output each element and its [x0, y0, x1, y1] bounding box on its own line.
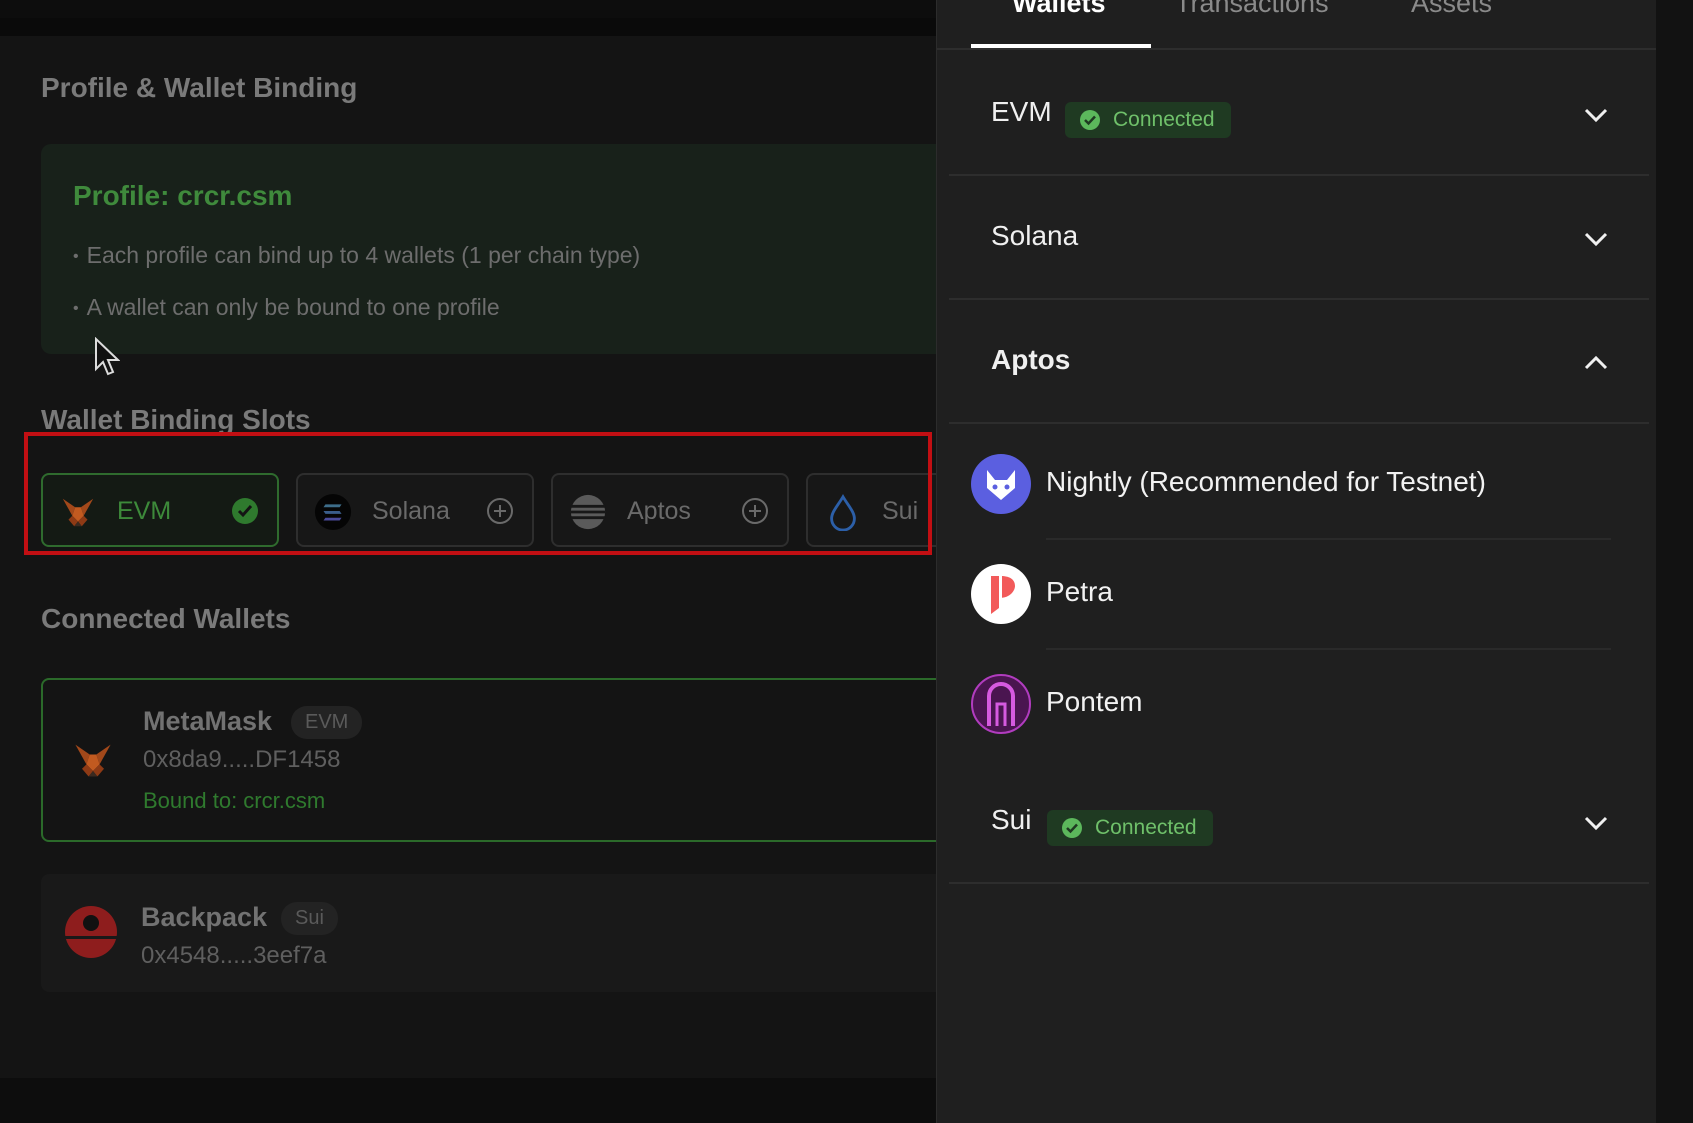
wallet-address: 0x8da9.....DF1458	[143, 746, 341, 773]
check-circle-icon	[1062, 818, 1082, 838]
profile-title: Profile: crcr.csm	[73, 180, 293, 211]
chain-row-solana[interactable]: Solana	[949, 174, 1649, 300]
petra-icon	[971, 564, 1031, 624]
chevron-down-icon[interactable]	[1583, 230, 1609, 248]
chain-name: Aptos	[991, 344, 1071, 375]
wallet-option-pontem[interactable]: Pontem	[971, 650, 1611, 760]
profile-rule: • A wallet can only be bound to one profi…	[73, 294, 500, 320]
chevron-down-icon[interactable]	[1583, 814, 1609, 832]
chain-row-aptos[interactable]: Aptos	[949, 298, 1649, 424]
tab-transactions[interactable]: Transactions	[1175, 0, 1329, 19]
wallet-address: 0x4548.....3eef7a	[141, 942, 327, 969]
profile-section-title: Profile & Wallet Binding	[41, 72, 358, 103]
wallet-card-backpack[interactable]: Backpack Sui 0x4548.....3eef7a	[41, 874, 936, 992]
bound-profile: Bound to: crcr.csm	[143, 788, 326, 813]
wallet-name: Backpack	[141, 902, 268, 932]
page-edge	[1656, 0, 1693, 1123]
connected-badge: Connected	[1065, 102, 1231, 138]
pontem-icon	[971, 674, 1031, 734]
connected-badge: Connected	[1047, 810, 1213, 846]
tab-wallets[interactable]: Wallets	[1012, 0, 1106, 19]
wallet-card-metamask[interactable]: MetaMask EVM 0x8da9.....DF1458 Bound to:…	[41, 678, 936, 842]
chain-name: EVM	[991, 96, 1052, 127]
metamask-fox-icon	[75, 744, 111, 777]
chain-tag: Sui	[281, 902, 338, 935]
wallet-option-label: Nightly (Recommended for Testnet)	[1046, 466, 1486, 497]
chain-name: Solana	[991, 220, 1079, 251]
chain-name: Sui	[991, 804, 1032, 835]
profile-rule: • Each profile can bind up to 4 wallets (…	[73, 242, 641, 268]
mouse-cursor-icon	[95, 337, 120, 376]
wallet-option-nightly[interactable]: Nightly (Recommended for Testnet)	[971, 430, 1611, 540]
chain-tag: EVM	[291, 706, 363, 739]
chevron-down-icon[interactable]	[1583, 106, 1609, 124]
wallet-name: MetaMask	[143, 706, 273, 736]
chevron-up-icon[interactable]	[1583, 354, 1609, 372]
wallet-panel: Wallets Transactions Assets EVM Connecte…	[936, 0, 1657, 1123]
check-circle-icon	[1080, 110, 1100, 130]
connected-section-title: Connected Wallets	[41, 603, 291, 634]
nightly-icon	[971, 454, 1031, 514]
chain-row-sui[interactable]: Sui Connected	[949, 758, 1649, 884]
wallet-option-label: Pontem	[1046, 686, 1143, 717]
top-strip	[0, 18, 936, 36]
tab-assets[interactable]: Assets	[1411, 0, 1492, 19]
wallet-option-petra[interactable]: Petra	[971, 540, 1611, 650]
backpack-icon	[65, 906, 117, 958]
highlight-frame	[24, 432, 932, 555]
chain-row-evm[interactable]: EVM Connected	[949, 50, 1649, 176]
profile-card: Profile: crcr.csm • Each profile can bind…	[41, 144, 936, 354]
wallet-option-label: Petra	[1046, 576, 1113, 607]
